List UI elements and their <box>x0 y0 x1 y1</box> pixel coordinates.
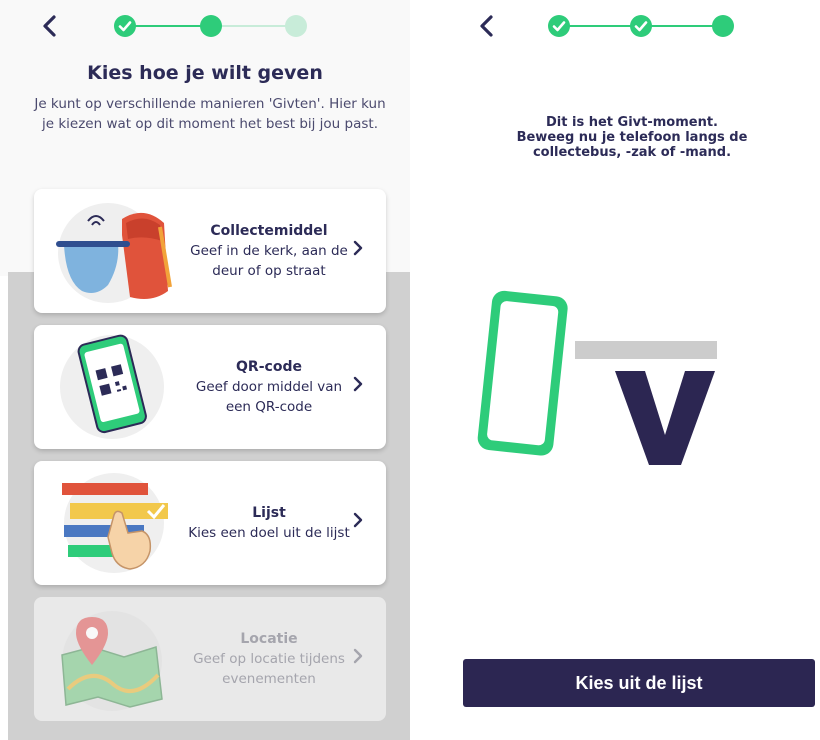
chevron-right-icon <box>352 511 364 534</box>
page-title: Kies hoe je wilt geven <box>87 62 323 84</box>
list-hand-icon <box>52 467 172 579</box>
option-text: QR-code Geef door middel van een QR-code <box>184 325 354 449</box>
qr-code-phone-icon <box>52 331 172 443</box>
step-3-current <box>712 15 734 37</box>
option-description: Kies een doel uit de lijst <box>188 524 350 541</box>
chevron-right-icon <box>352 647 364 670</box>
progress-line-todo <box>214 25 294 27</box>
option-title: QR-code <box>236 358 302 375</box>
chevron-right-icon <box>352 375 364 398</box>
option-title: Lijst <box>252 504 286 521</box>
step-3-pending <box>285 15 307 37</box>
option-title: Collectemiddel <box>210 222 328 239</box>
back-chevron-left-icon[interactable] <box>477 14 497 43</box>
step-2-check-icon <box>630 15 652 37</box>
map-pin-icon <box>52 603 172 715</box>
message-line: Dit is het Givt-moment. <box>546 115 718 130</box>
intro-text: Je kunt op verschillende manieren 'Givte… <box>34 96 386 132</box>
phone-and-givt-logo-icon <box>469 285 729 475</box>
choose-from-list-button[interactable]: Kies uit de lijst <box>463 659 815 707</box>
step-1-check-icon <box>548 15 570 37</box>
option-description: Geef op locatie tijdens evenementen <box>193 650 345 687</box>
option-qr-code[interactable]: QR-code Geef door middel van een QR-code <box>34 325 386 449</box>
option-collectemiddel[interactable]: Collectemiddel Geef in de kerk, aan de d… <box>34 189 386 313</box>
message-line: collectebus, -zak of -mand. <box>532 145 732 160</box>
givt-moment-message: Dit is het Givt-moment. Beweeg nu je tel… <box>444 115 820 160</box>
option-locatie: Locatie Geef op locatie tijdens evenemen… <box>34 597 386 721</box>
option-text: Locatie Geef op locatie tijdens evenemen… <box>184 597 354 721</box>
option-description: Geef in de kerk, aan de deur of op straa… <box>190 242 348 279</box>
option-title: Locatie <box>240 630 298 647</box>
chevron-right-icon <box>352 239 364 262</box>
option-description: Geef door middel van een QR-code <box>195 378 343 415</box>
givt-moment-screen: Dit is het Givt-moment. Beweeg nu je tel… <box>444 0 820 740</box>
step-1-check-icon <box>114 15 136 37</box>
collection-bag-icon <box>52 195 172 307</box>
step-2-current <box>200 15 222 37</box>
back-chevron-left-icon[interactable] <box>40 14 60 43</box>
option-lijst[interactable]: Lijst Kies een doel uit de lijst <box>34 461 386 585</box>
option-text: Lijst Kies een doel uit de lijst <box>184 461 354 585</box>
message-line: Beweeg nu je telefoon langs de <box>516 130 748 145</box>
option-text: Collectemiddel Geef in de kerk, aan de d… <box>184 189 354 313</box>
choose-method-screen: Kies hoe je wilt geven Je kunt op versch… <box>0 0 420 740</box>
